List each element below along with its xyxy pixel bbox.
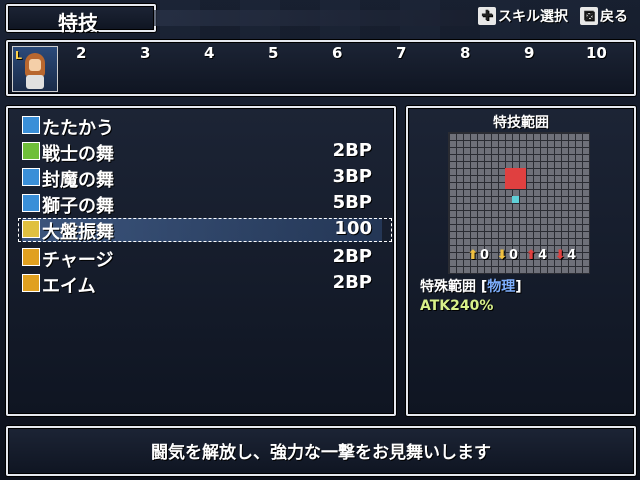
party-window: L 2 3 4 5 6 7 8 9 10 [6, 40, 636, 96]
skill-cost: 3BP [332, 166, 372, 187]
skill-name: 封魔の舞 [42, 170, 114, 191]
buff-plus-icon [22, 142, 40, 160]
title-bar-decoration [154, 10, 474, 26]
skill-name: チャージ [42, 250, 114, 271]
atk-multiplier: ATK240% [420, 298, 494, 314]
up-arrow-icon: ⬆ [467, 248, 479, 263]
party-slot[interactable]: 3 [140, 44, 150, 62]
aim-icon [22, 274, 40, 292]
dance-icon [22, 168, 40, 186]
party-slot[interactable]: 2 [76, 44, 86, 62]
charge-icon [22, 248, 40, 266]
character-portrait[interactable]: L [12, 46, 58, 92]
range-info: 特殊範囲 [物理] [420, 276, 522, 296]
up-arrow-icon: ⬆ [525, 248, 537, 263]
skill-name: 大盤振舞 [42, 222, 114, 243]
skill-item-attack[interactable]: たたかう [22, 114, 382, 139]
effect-item: ⬆ 4 [524, 248, 548, 263]
range-cell [505, 168, 512, 175]
effect-value: 0 [509, 248, 519, 263]
range-window: 特技範囲 ⬆ 0 ⬇ 0 ⬆ 4 ⬇ 4 特殊範囲 [物理] ATK240% [406, 106, 636, 416]
skill-item[interactable]: 封魔の舞 3BP [22, 166, 382, 191]
effect-value: 4 [538, 248, 548, 263]
back-label: 戻る [600, 9, 628, 25]
range-cell [505, 182, 512, 189]
effect-value: 0 [480, 248, 490, 263]
range-cell [512, 168, 519, 175]
skill-item[interactable]: エイム 2BP [22, 272, 382, 297]
dpad-icon: ✚ [478, 7, 496, 25]
range-cell [512, 175, 519, 182]
skill-item-selected[interactable]: 大盤振舞 100 [22, 218, 382, 243]
sword-icon [22, 116, 40, 134]
skill-cost: 2BP [332, 140, 372, 161]
title-window: 特技 [6, 4, 156, 35]
range-type-label: 特殊範囲 [420, 279, 476, 295]
description-window: 闘気を解放し、強力な一撃をお見舞いします [6, 426, 636, 476]
portrait-body [26, 75, 44, 89]
party-slot[interactable]: 7 [396, 44, 406, 62]
range-cell [519, 182, 526, 189]
skill-cost: 5BP [332, 192, 372, 213]
skill-description: 闘気を解放し、強力な一撃をお見舞いします [151, 443, 491, 463]
party-slot[interactable]: 5 [268, 44, 278, 62]
down-arrow-icon: ⬇ [554, 248, 566, 263]
x-button-icon: ⊠ [580, 7, 598, 25]
damage-type: 物理 [487, 279, 516, 295]
effect-item: ⬇ 4 [553, 248, 577, 263]
dance-icon [22, 194, 40, 212]
party-slot[interactable]: 9 [524, 44, 534, 62]
effect-value: 4 [567, 248, 577, 263]
skill-name: エイム [42, 276, 96, 297]
range-cell [512, 182, 519, 189]
skill-cost: 100 [334, 218, 372, 239]
range-cell [505, 175, 512, 182]
party-slot[interactable]: 10 [586, 44, 607, 62]
party-slot[interactable]: 8 [460, 44, 470, 62]
range-cell [519, 168, 526, 175]
skill-item[interactable]: 戦士の舞 2BP [22, 140, 382, 165]
range-title: 特技範囲 [493, 115, 549, 131]
user-position-cell [512, 196, 519, 203]
skill-item[interactable]: 獅子の舞 5BP [22, 192, 382, 217]
portrait-face [29, 59, 41, 71]
range-cell [519, 175, 526, 182]
range-bracket-close: ] [515, 279, 522, 295]
party-slot[interactable]: 4 [204, 44, 214, 62]
skill-name: たたかう [42, 118, 114, 139]
help-skill-select: ✚ スキル選択 [478, 6, 568, 26]
skill-name: 戦士の舞 [42, 144, 114, 165]
skill-select-label: スキル選択 [498, 9, 568, 25]
skill-cost: 2BP [332, 246, 372, 267]
level-badge: L [15, 49, 23, 62]
special-burst-icon [22, 220, 40, 238]
effect-item: ⬇ 0 [495, 248, 519, 263]
down-arrow-icon: ⬇ [496, 248, 508, 263]
effect-icons: ⬆ 0 ⬇ 0 ⬆ 4 ⬇ 4 [466, 248, 577, 263]
page-title: 特技 [58, 11, 98, 35]
skill-cost: 2BP [332, 272, 372, 293]
skill-list-window: たたかう 戦士の舞 2BP 封魔の舞 3BP 獅子の舞 5BP 大盤振舞 100… [6, 106, 396, 416]
party-slot[interactable]: 6 [332, 44, 342, 62]
help-back[interactable]: ⊠ 戻る [580, 6, 628, 26]
effect-item: ⬆ 0 [466, 248, 490, 263]
skill-name: 獅子の舞 [42, 196, 114, 217]
skill-item[interactable]: チャージ 2BP [22, 246, 382, 271]
